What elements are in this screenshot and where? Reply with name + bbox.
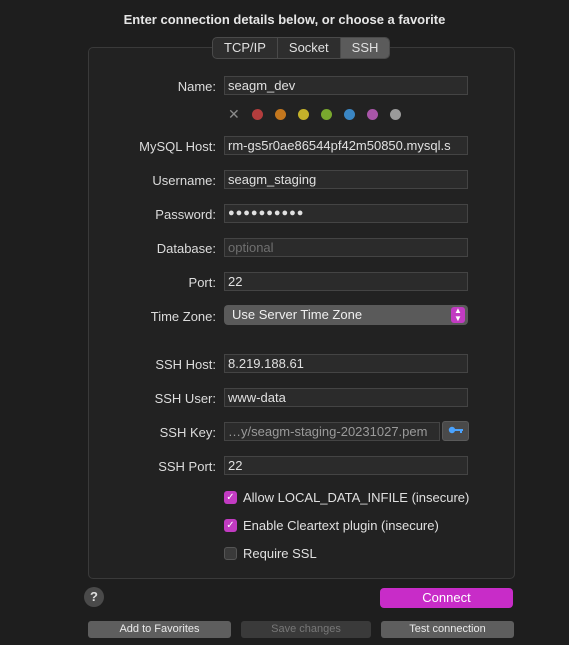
color-gray[interactable] bbox=[389, 109, 401, 120]
password-label: Password: bbox=[155, 207, 216, 222]
color-red[interactable] bbox=[251, 109, 263, 120]
require-ssl-checkbox[interactable]: Require SSL bbox=[224, 546, 317, 561]
ssh-port-field[interactable]: 22 bbox=[224, 456, 468, 475]
color-yellow[interactable] bbox=[297, 109, 309, 120]
page-heading: Enter connection details below, or choos… bbox=[123, 12, 446, 27]
clear-color-icon[interactable]: ✕ bbox=[228, 107, 240, 121]
ssh-key-browse-button[interactable] bbox=[442, 421, 469, 441]
checkbox-empty-icon bbox=[224, 547, 237, 560]
checkbox-label: Enable Cleartext plugin (insecure) bbox=[243, 518, 439, 533]
save-changes-button[interactable]: Save changes bbox=[241, 621, 371, 638]
mysql-host-field[interactable]: rm-gs5r0ae86544pf42m50850.mysql.s bbox=[224, 136, 468, 155]
tab-ssh[interactable]: SSH bbox=[340, 38, 390, 58]
checkbox-label: Allow LOCAL_DATA_INFILE (insecure) bbox=[243, 490, 470, 505]
timezone-label: Time Zone: bbox=[150, 309, 216, 324]
test-connection-button[interactable]: Test connection bbox=[381, 621, 514, 638]
username-field[interactable]: seagm_staging bbox=[224, 170, 468, 189]
checkmark-icon: ✓ bbox=[224, 519, 237, 532]
connection-type-tabs: TCP/IP Socket SSH bbox=[212, 37, 391, 59]
timezone-value: Use Server Time Zone bbox=[232, 307, 363, 322]
mysql-host-label: MySQL Host: bbox=[139, 139, 216, 154]
name-field[interactable]: seagm_dev bbox=[224, 76, 468, 95]
color-orange[interactable] bbox=[274, 109, 286, 120]
allow-local-data-infile-checkbox[interactable]: ✓ Allow LOCAL_DATA_INFILE (insecure) bbox=[224, 490, 469, 505]
ssh-host-label: SSH Host: bbox=[155, 357, 216, 372]
checkbox-label: Require SSL bbox=[243, 546, 317, 561]
checkmark-icon: ✓ bbox=[224, 491, 237, 504]
tab-socket[interactable]: Socket bbox=[278, 38, 341, 58]
color-green[interactable] bbox=[320, 109, 332, 120]
ssh-user-field[interactable]: www-data bbox=[224, 388, 468, 407]
password-field[interactable]: ●●●●●●●●●● bbox=[224, 204, 468, 223]
help-button[interactable]: ? bbox=[84, 587, 104, 607]
add-to-favorites-button[interactable]: Add to Favorites bbox=[88, 621, 231, 638]
port-field[interactable]: 22 bbox=[224, 272, 468, 291]
enable-cleartext-plugin-checkbox[interactable]: ✓ Enable Cleartext plugin (insecure) bbox=[224, 518, 439, 533]
ssh-user-label: SSH User: bbox=[154, 391, 216, 406]
ssh-host-field[interactable]: 8.219.188.61 bbox=[224, 354, 468, 373]
ssh-key-label: SSH Key: bbox=[159, 425, 216, 440]
database-label: Database: bbox=[156, 241, 216, 256]
color-purple[interactable] bbox=[366, 109, 378, 120]
ssh-port-label: SSH Port: bbox=[158, 459, 216, 474]
tab-tcpip[interactable]: TCP/IP bbox=[213, 38, 278, 58]
database-field[interactable]: optional bbox=[224, 238, 468, 257]
key-icon bbox=[448, 426, 463, 434]
connect-button[interactable]: Connect bbox=[380, 588, 513, 608]
username-label: Username: bbox=[152, 173, 216, 188]
color-blue[interactable] bbox=[343, 109, 355, 120]
name-label: Name: bbox=[177, 79, 216, 94]
timezone-select[interactable]: Use Server Time Zone ▲ ▼ bbox=[224, 305, 468, 325]
port-label: Port: bbox=[188, 275, 216, 290]
favorite-color-picker: ✕ bbox=[228, 107, 413, 121]
chevron-up-down-icon: ▲ ▼ bbox=[451, 307, 465, 323]
ssh-key-field[interactable]: …y/seagm-staging-20231027.pem bbox=[224, 422, 440, 441]
